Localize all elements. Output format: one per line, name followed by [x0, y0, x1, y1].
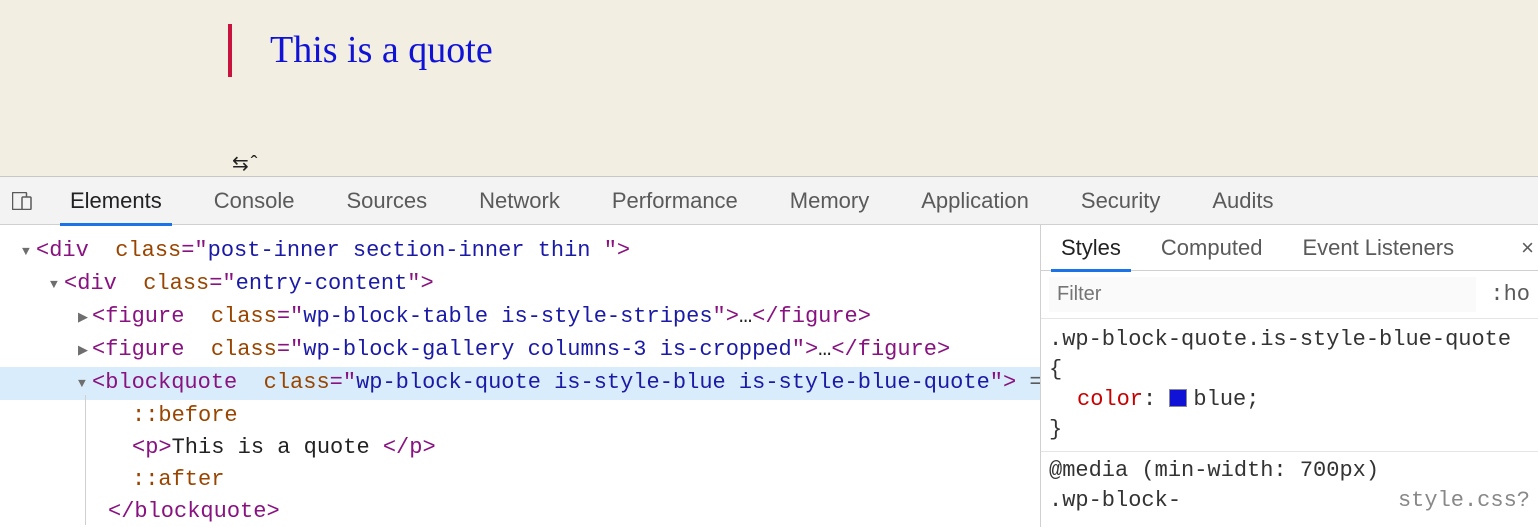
css-property-name[interactable]: color	[1049, 387, 1143, 412]
media-rule-row[interactable]: .wp-block- style.css?	[1041, 486, 1538, 516]
quote-text: This is a quote	[270, 29, 493, 71]
devtools-tab-application[interactable]: Application	[895, 177, 1055, 225]
dom-line[interactable]: ▶<figure class="wp-block-table is-style-…	[0, 301, 1040, 334]
devtools-tab-bar: ElementsConsoleSourcesNetworkPerformance…	[0, 177, 1538, 225]
open-brace: {	[1049, 357, 1062, 382]
css-rule-block[interactable]: .wp-block-quote.is-style-blue-quote { co…	[1041, 319, 1538, 452]
css-selector: .wp-block-quote.is-style-blue-quote	[1049, 327, 1511, 352]
toggle-hover-states[interactable]: :ho	[1476, 282, 1530, 307]
editor-toolbar-icon: ⇆ˆ	[232, 151, 259, 176]
twisty-icon[interactable]: ▶	[78, 335, 92, 367]
dom-line[interactable]: ::before	[0, 400, 1040, 432]
device-toolbar-icon[interactable]	[0, 192, 44, 210]
media-selector-partial: .wp-block-	[1049, 486, 1181, 516]
dom-line[interactable]: ▼<blockquote class="wp-block-quote is-st…	[0, 367, 1040, 400]
twisty-icon[interactable]: ▼	[22, 236, 36, 268]
devtools-tab-security[interactable]: Security	[1055, 177, 1186, 225]
devtools: ElementsConsoleSourcesNetworkPerformance…	[0, 176, 1538, 527]
color-swatch[interactable]	[1169, 389, 1187, 407]
dom-tree-pane[interactable]: ▼<div class="post-inner section-inner th…	[0, 225, 1041, 527]
styles-sidebar: StylesComputedEvent Listeners × :ho .wp-…	[1041, 225, 1538, 527]
devtools-tab-performance[interactable]: Performance	[586, 177, 764, 225]
styles-filter-input[interactable]	[1049, 277, 1476, 312]
devtools-tab-console[interactable]: Console	[188, 177, 321, 225]
close-brace: }	[1049, 417, 1062, 442]
media-query-text: @media (min-width: 700px)	[1049, 456, 1379, 486]
close-icon[interactable]: ×	[1521, 235, 1534, 261]
styles-filter-row: :ho	[1041, 271, 1538, 319]
styles-tab-bar: StylesComputedEvent Listeners ×	[1041, 225, 1538, 271]
styles-tab-styles[interactable]: Styles	[1041, 225, 1141, 271]
page-preview: This is a quote ⇆ˆ	[0, 0, 1538, 176]
dom-line[interactable]: <p>This is a quote </p>	[0, 432, 1040, 464]
rendered-blockquote: This is a quote	[228, 24, 1538, 77]
dom-line[interactable]: ::after	[0, 464, 1040, 496]
devtools-tab-network[interactable]: Network	[453, 177, 586, 225]
dom-line[interactable]: </blockquote>	[0, 496, 1040, 527]
devtools-tab-memory[interactable]: Memory	[764, 177, 895, 225]
media-query-block[interactable]: @media (min-width: 700px)	[1041, 452, 1538, 486]
twisty-icon[interactable]: ▼	[50, 269, 64, 301]
styles-tab-event-listeners[interactable]: Event Listeners	[1282, 225, 1474, 271]
dom-line[interactable]: ▼<div class="entry-content">	[0, 268, 1040, 301]
dom-line[interactable]: ▶<figure class="wp-block-gallery columns…	[0, 334, 1040, 367]
devtools-tab-sources[interactable]: Sources	[320, 177, 453, 225]
dom-line[interactable]: ▼<div class="post-inner section-inner th…	[0, 235, 1040, 268]
css-property-value[interactable]: blue	[1193, 387, 1246, 412]
devtools-tab-elements[interactable]: Elements	[44, 177, 188, 225]
styles-tab-computed[interactable]: Computed	[1141, 225, 1283, 271]
devtools-tab-audits[interactable]: Audits	[1186, 177, 1299, 225]
stylesheet-source[interactable]: style.css?	[1398, 486, 1530, 516]
twisty-icon[interactable]: ▶	[78, 302, 92, 334]
